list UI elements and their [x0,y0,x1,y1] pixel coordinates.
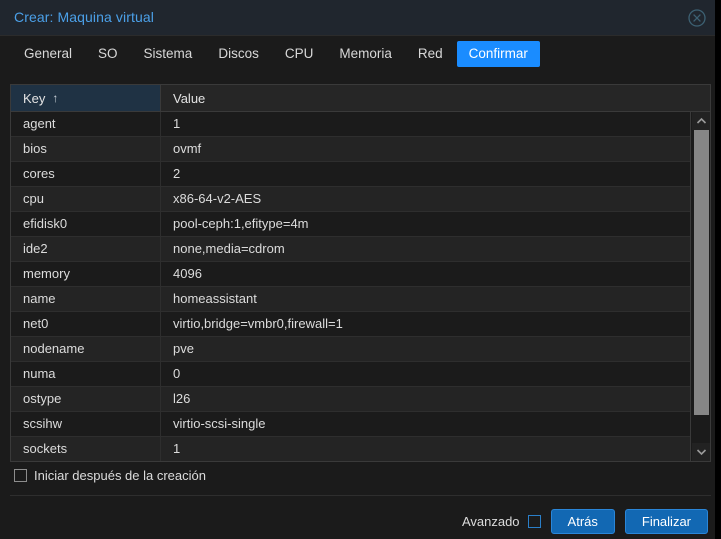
wizard-tabbar: General SO Sistema Discos CPU Memoria Re… [0,36,715,72]
cell-value: pool-ceph:1,efitype=4m [173,216,309,231]
table-row[interactable]: ostype l26 [11,387,690,412]
cell-key: scsihw [11,412,161,436]
cell-key: memory [11,262,161,286]
cell-key: sockets [11,437,161,461]
tab-so[interactable]: SO [86,41,130,67]
tab-cpu[interactable]: CPU [273,41,326,67]
tab-sistema[interactable]: Sistema [132,41,205,67]
table-row[interactable]: agent 1 [11,112,690,137]
close-icon[interactable] [687,8,707,28]
cell-key: ostype [11,387,161,411]
tab-red[interactable]: Red [406,41,455,67]
cell-value: pve [173,341,194,356]
dialog-titlebar: Crear: Maquina virtual [0,0,715,36]
tab-confirmar[interactable]: Confirmar [456,41,540,67]
cell-value: none,media=cdrom [173,241,285,256]
cell-key: cpu [11,187,161,211]
chevron-down-icon[interactable] [692,443,710,461]
grid-body: agent 1 bios ovmf cores 2 cpu x86-64-v2-AES efid… [11,112,690,461]
start-after-creation-label: Iniciar después de la creación [34,468,206,483]
cell-value: 1 [173,441,181,456]
table-row[interactable]: efidisk0 pool-ceph:1,efitype=4m [11,212,690,237]
summary-grid: Key ↑ Value agent 1 bios ovmf cores 2 cpu x86-6… [10,84,711,462]
wizard-tabs: General SO Sistema Discos CPU Memoria Re… [12,39,542,69]
cell-key: numa [11,362,161,386]
finish-button[interactable]: Finalizar [624,509,708,534]
tab-memoria[interactable]: Memoria [327,41,404,67]
table-row[interactable]: nodename pve [11,337,690,362]
cell-value: virtio,bridge=vmbr0,firewall=1 [173,316,343,331]
advanced-checkbox[interactable] [527,515,541,528]
column-header-key[interactable]: Key ↑ [11,85,161,111]
cell-key: cores [11,162,161,186]
cell-value: virtio-scsi-single [173,416,266,431]
cell-value: 2 [173,166,181,181]
cell-key: nodename [11,337,161,361]
create-vm-dialog: Crear: Maquina virtual General SO Sistem… [0,0,715,539]
cell-key: efidisk0 [11,212,161,236]
start-after-creation-checkbox[interactable] [14,469,27,482]
cell-value: 0 [173,366,181,381]
back-button[interactable]: Atrás [550,509,615,534]
cell-value: homeassistant [173,291,257,306]
table-row[interactable]: cores 2 [11,162,690,187]
table-row[interactable]: name homeassistant [11,287,690,312]
cell-key: bios [11,137,161,161]
cell-value: 1 [173,116,181,131]
column-header-value-label: Value [173,90,206,106]
table-row[interactable]: scsihw virtio-scsi-single [11,412,690,437]
cell-key: ide2 [11,237,161,261]
footer-controls: Avanzado Atrás Finalizar [462,509,708,534]
table-row[interactable]: numa 0 [11,362,690,387]
cell-value: x86-64-v2-AES [173,191,262,206]
table-row[interactable]: sockets 1 [11,437,690,461]
chevron-up-icon[interactable] [692,112,710,130]
cell-value: l26 [173,391,191,406]
tab-discos[interactable]: Discos [206,41,271,67]
column-header-key-label: Key [23,90,46,106]
table-row[interactable]: ide2 none,media=cdrom [11,237,690,262]
start-after-creation-row[interactable]: Iniciar después de la creación [14,468,206,483]
scrollbar-track[interactable] [692,130,710,443]
advanced-label: Avanzado [461,514,520,529]
cell-key: net0 [11,312,161,336]
grid-scrollbar[interactable] [690,112,710,461]
cell-value: 4096 [173,266,202,281]
table-row[interactable]: net0 virtio,bridge=vmbr0,firewall=1 [11,312,690,337]
start-after-creation-strip: Iniciar después de la creación [10,462,711,496]
table-row[interactable]: memory 4096 [11,262,690,287]
table-row[interactable]: bios ovmf [11,137,690,162]
cell-key: agent [11,112,161,136]
scrollbar-thumb[interactable] [694,130,709,415]
cell-key: name [11,287,161,311]
dialog-footer: Avanzado Atrás Finalizar [0,500,715,539]
table-row[interactable]: cpu x86-64-v2-AES [11,187,690,212]
dialog-title: Crear: Maquina virtual [14,9,154,25]
grid-header-row: Key ↑ Value [11,85,710,112]
column-header-value[interactable]: Value [161,85,690,111]
sort-ascending-icon: ↑ [52,91,59,105]
tab-general[interactable]: General [12,41,84,67]
cell-value: ovmf [173,141,202,156]
